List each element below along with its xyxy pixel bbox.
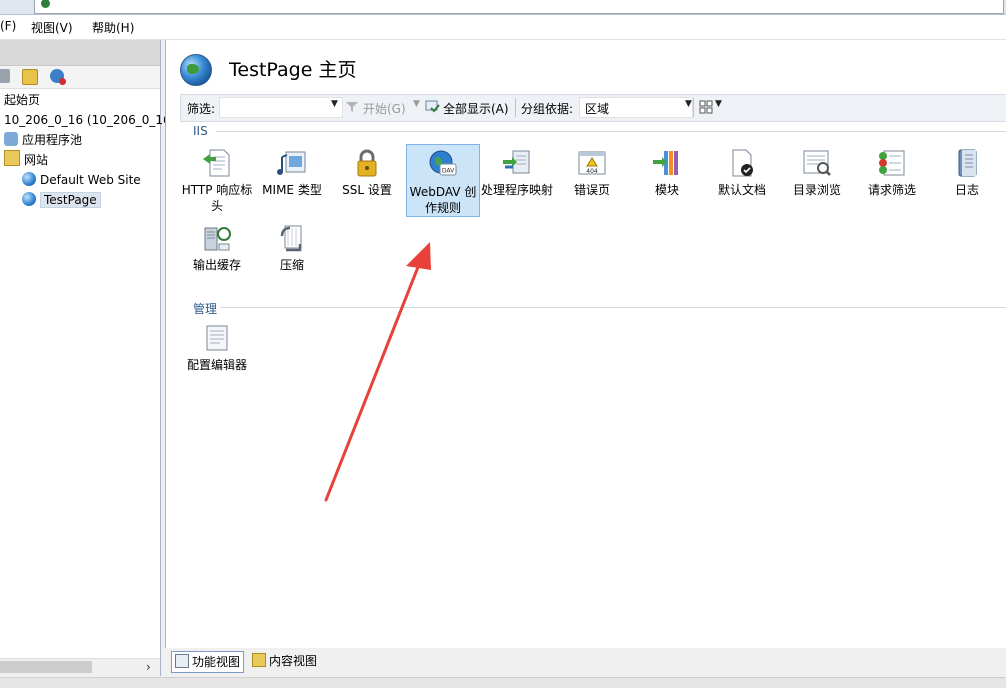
feature-label: 日志 <box>954 183 979 197</box>
features-view-icon <box>175 654 189 668</box>
scrollbar-thumb[interactable] <box>0 661 92 673</box>
status-bar <box>0 677 1006 688</box>
start-dropdown-icon[interactable]: ▼ <box>413 99 420 109</box>
tree-default-web-site[interactable]: Default Web Site <box>22 170 141 190</box>
app-pool-icon <box>4 132 18 146</box>
directory-browsing-icon <box>801 147 833 179</box>
show-all-button[interactable]: 全部显示(A) <box>443 100 509 117</box>
connections-toolbar <box>0 66 160 89</box>
group-label-management: 管理 <box>193 302 218 316</box>
group-by-dropdown-icon[interactable]: ▼ <box>685 99 692 109</box>
feature-label: MIME 类型 <box>262 183 322 197</box>
feature-compression[interactable]: 压缩 <box>256 218 328 273</box>
error-404-icon: 404 <box>576 147 608 179</box>
menu-view[interactable]: 视图(V) <box>31 19 73 36</box>
http-headers-icon <box>201 147 233 179</box>
config-editor-icon <box>201 322 233 354</box>
group-by-label: 分组依据: <box>521 102 574 116</box>
feature-label: 输出缓存 <box>192 258 241 272</box>
start-button[interactable]: 开始(G) <box>363 100 406 117</box>
feature-logging[interactable]: 日志 <box>931 143 1003 198</box>
page-title: TestPage 主页 <box>229 59 357 81</box>
filter-label: 筛选: <box>187 102 216 116</box>
menu-bar: (F) 视图(V) 帮助(H) <box>0 15 1006 40</box>
annotation-arrow <box>324 242 431 502</box>
feature-modules[interactable]: 模块 <box>631 143 703 198</box>
group-label-iis: IIS <box>193 124 208 138</box>
group-by-value: 区域 <box>585 102 610 116</box>
feature-label: 处理程序映射 <box>481 183 554 197</box>
globe-icon <box>22 172 36 186</box>
save-icon[interactable] <box>0 69 10 83</box>
feature-label: 错误页 <box>573 183 610 197</box>
feature-config-editor[interactable]: 配置编辑器 <box>181 318 253 373</box>
feature-label: 默认文档 <box>717 183 766 197</box>
address-bar[interactable] <box>34 0 1004 14</box>
webdav-globe-icon: DAV <box>427 149 459 181</box>
feature-http-headers[interactable]: HTTP 响应标头 <box>181 143 253 214</box>
tab-content-view[interactable]: 内容视图 <box>249 651 320 671</box>
mime-types-icon <box>276 147 308 179</box>
feature-error-pages[interactable]: 404 错误页 <box>556 143 628 198</box>
feature-mime-types[interactable]: MIME 类型 <box>256 143 328 198</box>
feature-default-document[interactable]: 默认文档 <box>706 143 778 198</box>
filter-toolbar: 筛选: ▼ 开始(G) ▼ 全部显示(A) 分组依据: 区域 ▼ ▼ <box>180 94 1006 122</box>
default-document-icon <box>726 147 758 179</box>
tree-app-pools[interactable]: 应用程序池 <box>4 130 82 150</box>
modules-icon <box>651 147 683 179</box>
tree-sites[interactable]: 网站 <box>4 150 48 170</box>
filter-dropdown-icon[interactable]: ▼ <box>331 99 338 109</box>
connections-header <box>0 40 160 66</box>
feature-output-cache[interactable]: 输出缓存 <box>181 218 253 273</box>
content-view-icon <box>252 653 266 667</box>
tree-server[interactable]: 10_206_0_16 (10_206_0_16\ <box>4 110 175 130</box>
connections-panel: 起始页 10_206_0_16 (10_206_0_16\ 应用程序池 网站 D… <box>0 40 175 677</box>
scroll-right-icon[interactable]: › <box>146 660 151 674</box>
menu-file[interactable]: (F) <box>0 19 16 33</box>
feature-handler-mappings[interactable]: 处理程序映射 <box>481 143 553 198</box>
feature-label: 目录浏览 <box>792 183 841 197</box>
feature-directory-browsing[interactable]: 目录浏览 <box>781 143 853 198</box>
globe-icon <box>41 0 50 8</box>
features-panel: TestPage 主页 筛选: ▼ 开始(G) ▼ 全部显示(A) 分组依据: … <box>165 40 1006 648</box>
view-tabs-bar: 功能视图 内容视图 <box>165 649 1006 676</box>
handler-mappings-icon <box>501 147 533 179</box>
tab-features-view[interactable]: 功能视图 <box>171 651 245 673</box>
tree-start-page[interactable]: 起始页 <box>4 90 40 110</box>
funnel-icon <box>345 100 359 114</box>
feature-label: HTTP 响应标头 <box>181 183 253 213</box>
output-cache-icon <box>201 222 233 254</box>
feature-label: 压缩 <box>279 258 304 272</box>
folder-up-icon[interactable] <box>22 69 38 85</box>
feature-label: WebDAV 创作规则 <box>409 185 477 215</box>
globe-icon <box>22 192 36 206</box>
lock-icon <box>351 147 383 179</box>
folder-icon <box>4 150 20 166</box>
feature-webdav-authoring[interactable]: DAV WebDAV 创作规则 <box>406 144 480 217</box>
logging-icon <box>951 147 983 179</box>
toolbar-separator <box>515 98 516 117</box>
svg-text:DAV: DAV <box>442 168 455 175</box>
view-mode-icon[interactable] <box>699 100 713 114</box>
filter-input[interactable] <box>219 97 343 118</box>
show-all-icon <box>425 100 440 114</box>
feature-ssl-settings[interactable]: SSL 设置 <box>331 143 403 198</box>
disconnect-icon[interactable] <box>50 69 66 85</box>
view-mode-dropdown-icon[interactable]: ▼ <box>715 99 722 109</box>
toolbar-separator <box>693 98 694 117</box>
feature-label: SSL 设置 <box>342 183 392 197</box>
site-globe-icon <box>180 54 212 86</box>
window-top-strip <box>0 0 1006 15</box>
feature-request-filtering[interactable]: 请求筛选 <box>856 143 928 198</box>
request-filtering-icon <box>876 147 908 179</box>
feature-label: 配置编辑器 <box>186 358 247 372</box>
feature-label: 请求筛选 <box>867 183 916 197</box>
compression-icon <box>276 222 308 254</box>
menu-help[interactable]: 帮助(H) <box>92 19 134 36</box>
tree-testpage[interactable]: TestPage <box>22 190 101 210</box>
svg-text:404: 404 <box>586 168 598 175</box>
feature-label: 模块 <box>654 183 679 197</box>
group-divider <box>216 131 1006 132</box>
